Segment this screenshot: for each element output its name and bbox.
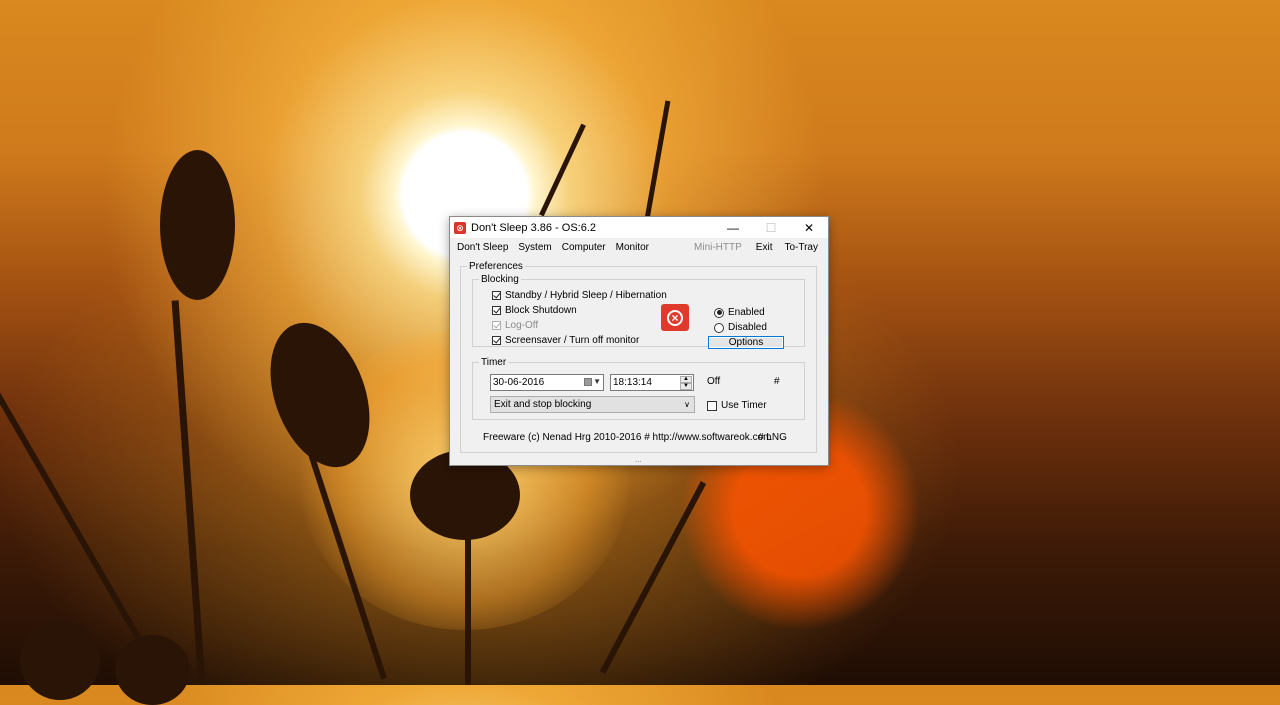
grass-stalk: [539, 123, 586, 217]
checkbox-screensaver-box[interactable]: [492, 336, 501, 345]
timer-time-input[interactable]: 18:13:14 ▲ ▼: [610, 374, 694, 391]
timer-date-picker[interactable]: 30-06-2016 ▼: [490, 374, 604, 391]
thistle-bud: [115, 635, 190, 705]
checkbox-standby-label: Standby / Hybrid Sleep / Hibernation: [505, 290, 667, 301]
time-spinner[interactable]: ▲ ▼: [680, 376, 692, 390]
resize-grip[interactable]: ...: [635, 455, 642, 464]
radio-enabled-dot[interactable]: [714, 307, 724, 318]
checkbox-screensaver-label: Screensaver / Turn off monitor: [505, 335, 640, 346]
plant-stem: [465, 520, 471, 685]
checkbox-screensaver[interactable]: Screensaver / Turn off monitor: [492, 335, 639, 346]
checkbox-use-timer-box[interactable]: [707, 400, 717, 411]
checkbox-use-timer[interactable]: Use Timer: [707, 400, 767, 411]
timer-time-value: 18:13:14: [613, 377, 652, 388]
menu-bar: Don't Sleep System Computer Monitor Mini…: [450, 238, 828, 256]
menu-dont-sleep[interactable]: Don't Sleep: [453, 242, 512, 253]
menu-right-group: Mini-HTTP Exit To-Tray: [690, 242, 824, 253]
chevron-down-icon[interactable]: ▼: [593, 377, 601, 386]
menu-monitor[interactable]: Monitor: [612, 242, 653, 253]
timer-legend: Timer: [481, 357, 507, 368]
timer-action-value: Exit and stop blocking: [494, 399, 592, 410]
checkbox-block-shutdown-label: Block Shutdown: [505, 305, 577, 316]
menu-to-tray[interactable]: To-Tray: [780, 242, 822, 253]
checkbox-standby-box[interactable]: [492, 291, 501, 300]
timer-action-select[interactable]: Exit and stop blocking ∨: [490, 396, 695, 413]
timer-date-value: 30-06-2016: [493, 377, 545, 388]
radio-disabled-label: Disabled: [728, 322, 767, 333]
grass-stalk: [644, 100, 671, 220]
title-bar[interactable]: ⊗ Don't Sleep 3.86 - OS:6.2 — ☐ ✕: [450, 217, 828, 238]
grass-stalk: [0, 352, 155, 663]
calendar-icon[interactable]: [584, 378, 592, 386]
thistle-bud: [20, 620, 100, 700]
menu-mini-http[interactable]: Mini-HTTP: [690, 242, 746, 253]
blocking-legend: Blocking: [481, 274, 519, 285]
checkbox-block-shutdown[interactable]: Block Shutdown: [492, 305, 577, 316]
stop-circle-icon: ×: [661, 304, 689, 331]
checkbox-use-timer-label: Use Timer: [721, 400, 767, 411]
menu-exit[interactable]: Exit: [752, 242, 777, 253]
checkbox-log-off-label: Log-Off: [505, 320, 539, 331]
app-stop-icon: ⊗: [454, 221, 466, 234]
close-button[interactable]: ✕: [790, 217, 828, 238]
spin-up-icon[interactable]: ▲: [680, 376, 692, 383]
checkbox-standby[interactable]: Standby / Hybrid Sleep / Hibernation: [492, 290, 667, 301]
spin-down-icon[interactable]: ▼: [680, 383, 692, 390]
dont-sleep-window: ⊗ Don't Sleep 3.86 - OS:6.2 — ☐ ✕ Don't …: [449, 216, 829, 466]
window-title: Don't Sleep 3.86 - OS:6.2: [471, 221, 597, 234]
checkbox-block-shutdown-box[interactable]: [492, 306, 501, 315]
radio-enabled[interactable]: Enabled: [714, 307, 765, 318]
timer-status: Off: [707, 376, 721, 387]
footer-lng-link[interactable]: # LNG: [758, 432, 787, 443]
checkbox-log-off: Log-Off: [492, 320, 538, 331]
thistle-head: [160, 150, 235, 300]
chevron-down-icon: ∨: [684, 400, 690, 409]
plant-stem: [171, 300, 206, 685]
menu-computer[interactable]: Computer: [558, 242, 610, 253]
radio-disabled-dot[interactable]: [714, 322, 724, 333]
minimize-button[interactable]: —: [714, 217, 752, 238]
maximize-button[interactable]: ☐: [752, 217, 790, 238]
radio-disabled[interactable]: Disabled: [714, 322, 767, 333]
timer-hash[interactable]: #: [774, 376, 780, 387]
footer-copyright-link[interactable]: Freeware (c) Nenad Hrg 2010-2016 # http:…: [483, 432, 771, 443]
options-button[interactable]: Options: [708, 336, 784, 349]
radio-enabled-label: Enabled: [728, 307, 765, 318]
menu-system[interactable]: System: [514, 242, 555, 253]
preferences-legend: Preferences: [469, 261, 523, 272]
checkbox-log-off-box: [492, 321, 501, 330]
